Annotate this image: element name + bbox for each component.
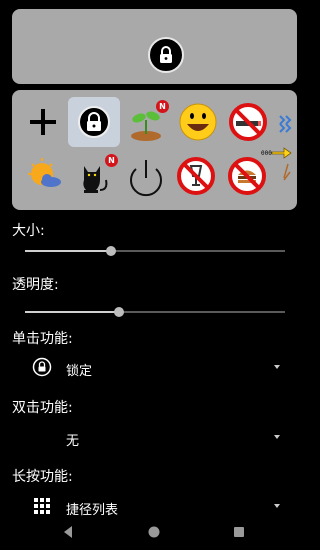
- single-click-label: 单击功能:: [12, 331, 73, 347]
- home-icon[interactable]: [147, 525, 161, 539]
- new-badge: N: [105, 154, 118, 167]
- shortcut-sprout[interactable]: N: [123, 98, 171, 146]
- system-navigation-bar: [0, 516, 309, 550]
- blue-arrows-icon: [279, 115, 292, 133]
- lock-icon: [32, 357, 52, 377]
- plus-icon: [30, 109, 56, 135]
- sun-cloud-icon: [28, 158, 61, 187]
- preview-lock-button[interactable]: [148, 37, 184, 73]
- shortcut-lock[interactable]: [68, 97, 120, 147]
- new-badge: N: [156, 100, 169, 113]
- single-click-value: 锁定: [66, 364, 93, 379]
- shortcut-arrows[interactable]: [274, 98, 297, 146]
- shortcut-no-smoking[interactable]: [224, 98, 272, 146]
- shortcut-weather[interactable]: [21, 152, 69, 200]
- lock-icon: [160, 46, 172, 63]
- long-press-label: 长按功能:: [12, 469, 73, 485]
- size-slider-fill: [25, 250, 111, 252]
- double-click-dropdown[interactable]: 无: [0, 423, 309, 453]
- lock-icon: [78, 106, 110, 138]
- size-slider-thumb[interactable]: [105, 246, 116, 256]
- shortcut-smiley[interactable]: [174, 98, 222, 146]
- shortcut-icon-grid: N N 000: [12, 90, 297, 210]
- no-drinking-icon: [177, 157, 215, 195]
- single-click-dropdown[interactable]: 锁定: [0, 353, 309, 383]
- shortcut-power[interactable]: [122, 152, 170, 200]
- grid-icon: [34, 498, 50, 514]
- double-click-value: 无: [66, 434, 80, 449]
- size-label: 大小:: [12, 223, 45, 239]
- no-smoking-icon: [229, 103, 267, 141]
- back-icon[interactable]: [61, 525, 75, 539]
- recents-icon[interactable]: [232, 525, 246, 539]
- key-arrow-icon: 000: [261, 147, 292, 181]
- chevron-down-icon: [274, 504, 280, 508]
- shortcut-cat[interactable]: N: [72, 152, 120, 200]
- transparency-label: 透明度:: [12, 277, 59, 293]
- transparency-slider-fill: [25, 311, 119, 313]
- smiley-face-icon: [179, 103, 217, 141]
- double-click-label: 双击功能:: [12, 400, 73, 416]
- transparency-slider-thumb[interactable]: [113, 307, 124, 317]
- shortcut-no-drinking[interactable]: [172, 152, 220, 200]
- chevron-down-icon: [274, 435, 280, 439]
- shortcut-plus[interactable]: [19, 98, 67, 146]
- size-slider[interactable]: [25, 246, 285, 256]
- key-arrow-text: 000: [261, 150, 272, 157]
- shortcut-key[interactable]: 000: [260, 144, 297, 192]
- chevron-down-icon: [274, 365, 280, 369]
- floating-button-preview: [12, 9, 297, 84]
- power-icon: [130, 160, 162, 197]
- transparency-slider[interactable]: [25, 307, 285, 317]
